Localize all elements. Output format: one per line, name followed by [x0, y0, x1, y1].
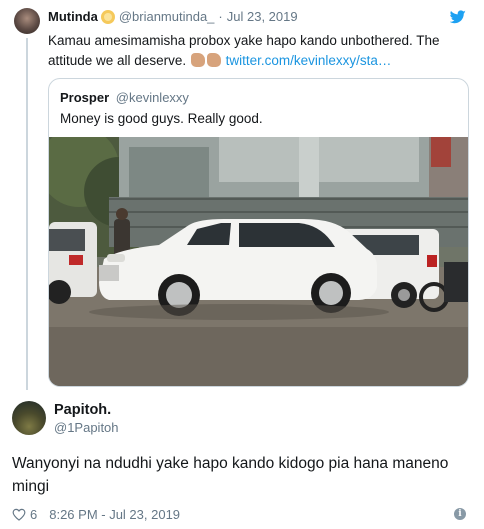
reply-footer: 6 8:26 PM - Jul 23, 2019 [12, 507, 180, 522]
tweet-header: Mutinda @brianmutinda_ · Jul 23, 2019 [48, 9, 298, 24]
avatar[interactable] [14, 8, 40, 34]
author-handle[interactable]: @brianmutinda_ [119, 9, 215, 24]
reply-text: Wanyonyi na ndudhi yake hapo kando kidog… [12, 455, 449, 495]
quoted-tweet-text: Money is good guys. Really good. [60, 111, 263, 126]
twitter-bird-icon[interactable] [450, 10, 466, 24]
reply-author-handle[interactable]: @1Papitoh [54, 420, 119, 435]
tweet-link[interactable]: twitter.com/kevinlexxy/sta… [226, 53, 392, 68]
heart-icon[interactable] [12, 508, 26, 521]
quoted-tweet-card[interactable]: Prosper @kevinlexxy Money is good guys. … [48, 78, 469, 387]
tweet-text: Kamau amesimamisha probox yake hapo kand… [48, 31, 468, 71]
like-count[interactable]: 6 [30, 507, 37, 522]
reply-timestamp[interactable]: 8:26 PM - Jul 23, 2019 [49, 507, 180, 522]
quoted-author-handle[interactable]: @kevinlexxy [116, 90, 189, 105]
quoted-tweet-header: Prosper @kevinlexxy [60, 90, 189, 105]
quoted-author-name[interactable]: Prosper [60, 90, 109, 105]
flexed-biceps-emoji-icon [206, 53, 221, 67]
flexed-biceps-emoji-icon [190, 53, 205, 67]
quoted-tweet-photo[interactable] [49, 137, 469, 387]
separator-dot: · [218, 9, 223, 24]
tweet-date[interactable]: Jul 23, 2019 [227, 9, 298, 24]
reply-author-name[interactable]: Papitoh. [54, 402, 111, 418]
tweet[interactable]: Mutinda @brianmutinda_ · Jul 23, 2019 Ka… [0, 0, 484, 395]
reply-avatar[interactable] [12, 401, 46, 435]
verified-badge-icon [100, 9, 115, 24]
info-icon[interactable]: i [454, 508, 466, 520]
author-name[interactable]: Mutinda [48, 9, 98, 24]
